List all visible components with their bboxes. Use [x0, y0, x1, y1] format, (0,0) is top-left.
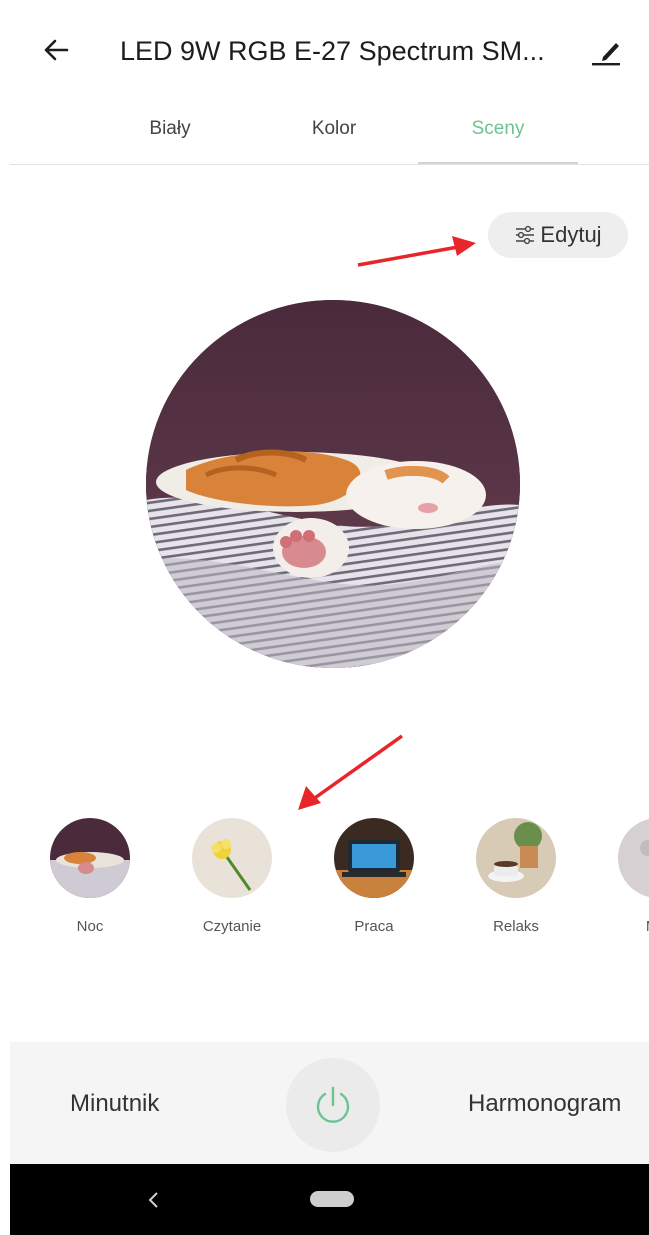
- bottom-control-bar: Minutnik Harmonogram: [10, 1042, 649, 1164]
- scene-item-relaks[interactable]: Relaks: [466, 818, 566, 935]
- sliders-icon: [516, 225, 535, 245]
- sleeping-cat-photo: [50, 818, 130, 898]
- scene-label-relaks: Relaks: [493, 918, 539, 935]
- scene-item-czytanie[interactable]: Czytanie: [182, 818, 282, 935]
- active-tab-indicator: [418, 162, 578, 164]
- system-nav-bar: [10, 1164, 649, 1235]
- tab-sceny[interactable]: Sceny: [418, 118, 578, 140]
- current-scene-image: [146, 300, 520, 668]
- scene-item-mie[interactable]: Mie: [608, 818, 649, 935]
- moon-photo: [618, 818, 649, 898]
- scene-label-noc: Noc: [76, 918, 104, 935]
- power-button[interactable]: [286, 1058, 380, 1152]
- back-button[interactable]: [34, 28, 78, 72]
- scene-thumb-praca: [334, 818, 414, 898]
- scene-thumb-relaks: [476, 818, 556, 898]
- scene-label-mie: Mie: [608, 918, 649, 935]
- scene-thumb-noc: [50, 818, 130, 898]
- scene-thumb-mie: [618, 818, 649, 898]
- edit-scenes-button[interactable]: Edytuj: [488, 212, 628, 258]
- mode-tabs: Biały Kolor Sceny: [10, 100, 649, 165]
- schedule-button[interactable]: Harmonogram: [468, 1090, 621, 1118]
- app-header: LED 9W RGB E-27 Spectrum SM...: [10, 0, 649, 100]
- device-control-screen: LED 9W RGB E-27 Spectrum SM... Biały Kol…: [10, 0, 649, 1235]
- scene-label-praca: Praca: [354, 918, 394, 935]
- scene-thumb-czytanie: [192, 818, 272, 898]
- scene-item-noc[interactable]: Noc: [40, 818, 140, 935]
- system-back-button[interactable]: [138, 1182, 168, 1218]
- chevron-left-icon: [148, 1192, 158, 1208]
- device-title: LED 9W RGB E-27 Spectrum SM...: [120, 36, 545, 66]
- tab-kolor[interactable]: Kolor: [254, 118, 414, 140]
- yellow-flower-photo: [192, 818, 272, 898]
- laptop-desk-photo: [334, 818, 414, 898]
- edit-scenes-label: Edytuj: [540, 222, 602, 247]
- coffee-cup-photo: [476, 818, 556, 898]
- scene-label-czytanie: Czytanie: [202, 918, 262, 935]
- tab-bialy[interactable]: Biały: [90, 118, 250, 140]
- arrow-to-scenes-icon: [298, 734, 404, 810]
- pencil-icon: [592, 43, 620, 66]
- power-icon: [316, 1086, 350, 1123]
- sleeping-cat-photo: [146, 300, 520, 668]
- arrow-to-edit-icon: [357, 236, 476, 267]
- edit-device-button[interactable]: [584, 30, 628, 74]
- arrow-left-icon: [44, 39, 69, 61]
- system-home-button[interactable]: [310, 1191, 354, 1207]
- scene-item-praca[interactable]: Praca: [324, 818, 424, 935]
- timer-button[interactable]: Minutnik: [70, 1090, 159, 1118]
